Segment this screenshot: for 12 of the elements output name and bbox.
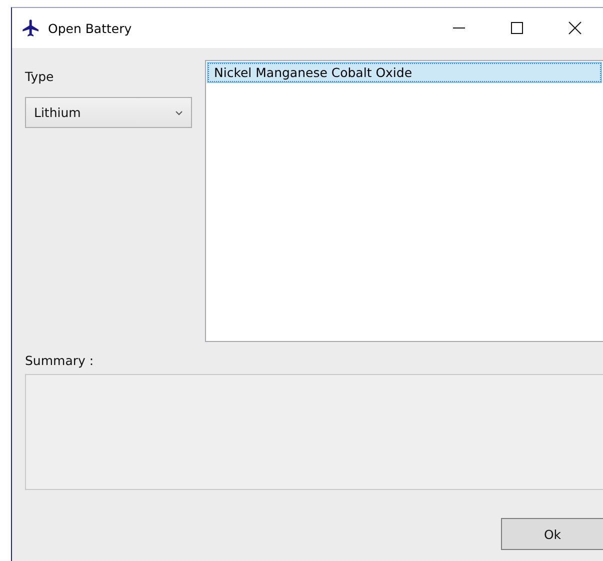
minimize-icon bbox=[453, 27, 465, 29]
close-icon bbox=[568, 21, 582, 35]
ok-button[interactable]: Ok bbox=[501, 518, 603, 550]
airplane-icon bbox=[21, 18, 41, 38]
maximize-icon bbox=[510, 21, 524, 35]
list-box[interactable]: Nickel Manganese Cobalt Oxide bbox=[205, 60, 603, 342]
type-dropdown[interactable]: Lithium bbox=[25, 97, 192, 128]
list-item[interactable]: Nickel Manganese Cobalt Oxide bbox=[208, 63, 601, 82]
summary-label: Summary : bbox=[25, 352, 95, 370]
type-label: Type bbox=[25, 69, 55, 84]
chevron-icon bbox=[175, 110, 183, 116]
window-title: Open Battery bbox=[48, 20, 133, 36]
